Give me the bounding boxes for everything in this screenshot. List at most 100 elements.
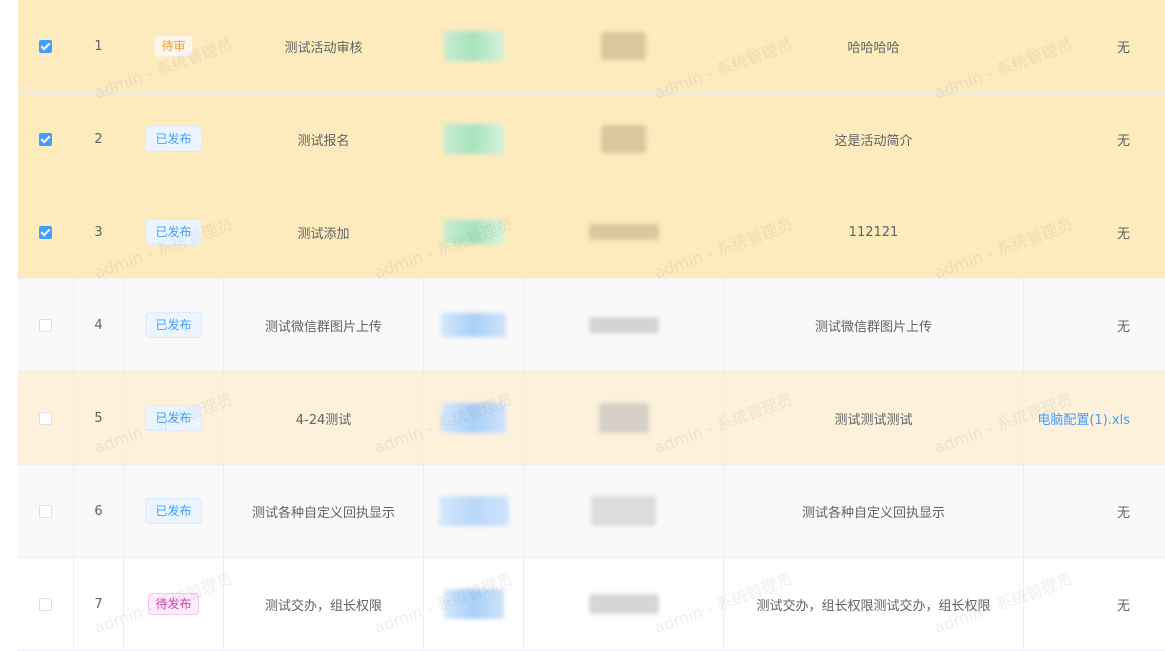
redacted-cell-a	[424, 186, 524, 278]
table-row[interactable]: 2 已发布 测试报名 这是活动简介 无	[18, 93, 1165, 186]
index-cell: 7	[74, 558, 124, 650]
blurred-image	[443, 589, 504, 619]
activity-name: 测试各种自定义回执显示	[251, 505, 395, 521]
description-cell: 测试交办，组长权限测试交办，组长权限	[724, 558, 1024, 650]
attachment: 无	[1116, 319, 1130, 335]
select-cell	[18, 0, 74, 92]
blurred-image	[441, 403, 506, 433]
redacted-cell-a	[424, 279, 524, 371]
description-cell: 这是活动简介	[724, 93, 1024, 185]
blurred-image	[443, 31, 504, 61]
index-cell: 1	[74, 0, 124, 92]
status-cell: 已发布	[124, 465, 224, 557]
select-cell	[18, 186, 74, 278]
attachment-cell: 无	[1024, 465, 1165, 557]
name-cell: 测试微信群图片上传	[224, 279, 424, 371]
activity-description: 测试交办，组长权限测试交办，组长权限	[756, 598, 991, 614]
blurred-image	[443, 124, 504, 154]
status-cell: 已发布	[124, 186, 224, 278]
row-checkbox[interactable]	[39, 411, 52, 425]
status-cell: 已发布	[124, 279, 224, 371]
row-checkbox[interactable]	[39, 504, 52, 518]
status-badge: 已发布	[145, 219, 202, 245]
index-cell: 4	[74, 279, 124, 371]
row-checkbox[interactable]	[39, 132, 52, 146]
activity-description: 112121	[848, 224, 899, 240]
activity-description: 哈哈哈哈	[847, 40, 900, 56]
status-badge: 已发布	[145, 126, 202, 152]
blurred-image	[441, 313, 506, 337]
row-index: 5	[94, 410, 103, 426]
attachment-cell: 无	[1024, 279, 1165, 371]
redacted-cell-b	[524, 279, 724, 371]
name-cell: 测试交办，组长权限	[224, 558, 424, 650]
blurred-image	[591, 496, 656, 526]
select-cell	[18, 93, 74, 185]
status-badge: 已发布	[145, 498, 202, 524]
name-cell: 测试添加	[224, 186, 424, 278]
redacted-cell-a	[424, 372, 524, 464]
attachment: 无	[1116, 133, 1130, 149]
status-cell: 已发布	[124, 93, 224, 185]
blurred-image	[598, 403, 649, 433]
attachment-cell: 无	[1024, 0, 1165, 92]
attachment: 无	[1116, 226, 1130, 242]
row-index: 7	[94, 596, 103, 612]
row-index: 4	[94, 317, 103, 333]
row-index: 1	[94, 38, 103, 54]
table-row[interactable]: 4 已发布 测试微信群图片上传 测试微信群图片上传 无	[18, 279, 1165, 372]
table-row[interactable]: 3 已发布 测试添加 112121 无	[18, 186, 1165, 279]
table-row[interactable]: 6 已发布 测试各种自定义回执显示 测试各种自定义回执显示 无	[18, 465, 1165, 558]
table-row[interactable]: 7 待发布 测试交办，组长权限 测试交办，组长权限测试交办，组长权限 无	[18, 558, 1165, 651]
blurred-image	[588, 594, 659, 614]
name-cell: 测试各种自定义回执显示	[224, 465, 424, 557]
status-badge: 待发布	[148, 593, 199, 615]
blurred-image	[443, 220, 504, 244]
activity-name: 测试报名	[297, 133, 350, 149]
blurred-image	[601, 125, 646, 153]
status-cell: 已发布	[124, 372, 224, 464]
row-checkbox[interactable]	[39, 597, 52, 611]
activity-name: 测试交办，组长权限	[264, 598, 382, 614]
select-cell	[18, 372, 74, 464]
activity-description: 测试测试测试	[834, 412, 913, 428]
row-checkbox[interactable]	[39, 39, 52, 53]
select-cell	[18, 279, 74, 371]
select-cell	[18, 558, 74, 650]
blurred-image	[588, 224, 659, 240]
table-row[interactable]: 5 已发布 4-24测试 测试测试测试 电脑配置(1).xls	[18, 372, 1165, 465]
redacted-cell-b	[524, 465, 724, 557]
select-cell	[18, 465, 74, 557]
name-cell: 4-24测试	[224, 372, 424, 464]
index-cell: 3	[74, 186, 124, 278]
attachment-cell: 无	[1024, 93, 1165, 185]
status-badge: 待审	[154, 35, 193, 57]
index-cell: 2	[74, 93, 124, 185]
table-row[interactable]: 1 待审 测试活动审核 哈哈哈哈 无	[18, 0, 1165, 93]
redacted-cell-b	[524, 0, 724, 92]
attachment: 无	[1116, 505, 1130, 521]
redacted-cell-b	[524, 558, 724, 650]
name-cell: 测试报名	[224, 93, 424, 185]
redacted-cell-a	[424, 93, 524, 185]
activity-description: 这是活动简介	[834, 133, 913, 149]
redacted-cell-b	[524, 186, 724, 278]
redacted-cell-b	[524, 93, 724, 185]
name-cell: 测试活动审核	[224, 0, 424, 92]
status-badge: 已发布	[145, 405, 202, 431]
attachment-cell: 电脑配置(1).xls	[1024, 372, 1165, 464]
row-index: 2	[94, 131, 103, 147]
redacted-cell-a	[424, 558, 524, 650]
description-cell: 112121	[724, 186, 1024, 278]
description-cell: 测试测试测试	[724, 372, 1024, 464]
row-checkbox[interactable]	[39, 225, 52, 239]
status-cell: 待发布	[124, 558, 224, 650]
row-checkbox[interactable]	[39, 318, 52, 332]
attachment: 无	[1116, 598, 1130, 614]
activity-name: 测试微信群图片上传	[264, 319, 382, 335]
attachment: 无	[1116, 40, 1130, 56]
activity-name: 测试添加	[297, 226, 350, 242]
attachment[interactable]: 电脑配置(1).xls	[1037, 409, 1130, 428]
row-index: 3	[94, 224, 103, 240]
attachment-cell: 无	[1024, 186, 1165, 278]
